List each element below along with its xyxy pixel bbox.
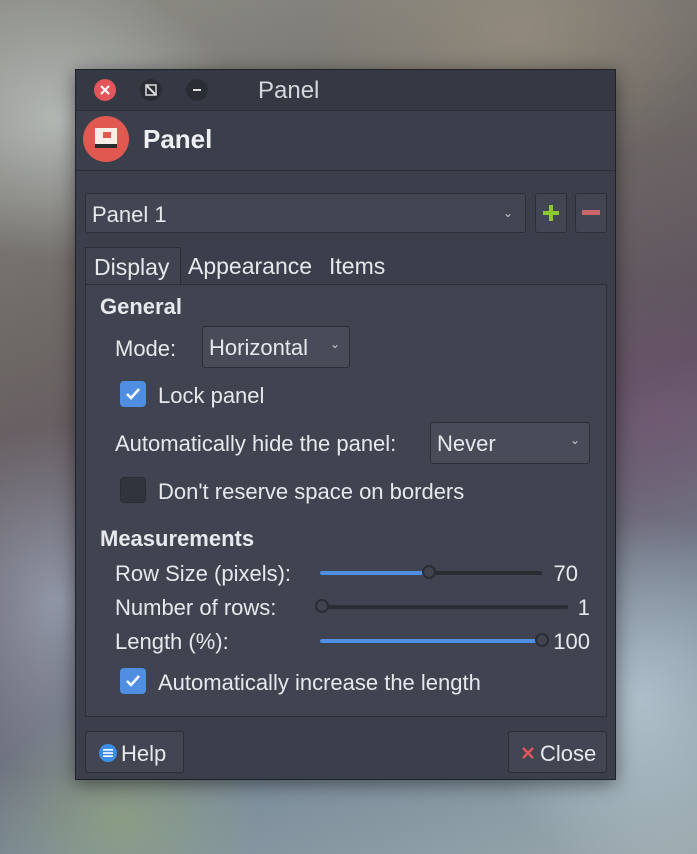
minus-icon <box>582 210 600 215</box>
close-button[interactable]: Close <box>508 731 607 773</box>
window-close-button[interactable] <box>94 79 116 101</box>
panel-selector-combo[interactable]: Panel 1 ⌄ <box>85 193 526 233</box>
help-icon <box>99 744 117 762</box>
slider-handle[interactable] <box>421 565 436 579</box>
length-slider[interactable] <box>320 633 549 649</box>
display-tab-content: General Mode: Horizontal ⌄ Lock panel Au… <box>85 284 607 717</box>
rows-slider[interactable] <box>315 599 568 615</box>
remove-panel-button[interactable] <box>575 193 607 233</box>
tab-display[interactable]: Display <box>85 247 181 285</box>
titlebar[interactable]: Panel <box>76 70 615 111</box>
mode-label: Mode: <box>115 336 177 361</box>
mode-value: Horizontal <box>209 335 309 360</box>
length-label: Length (%): <box>115 629 229 654</box>
help-label: Help <box>121 741 167 766</box>
auto-increase-label[interactable]: Automatically increase the length <box>158 670 481 696</box>
panel-preferences-icon <box>83 116 129 162</box>
panel-preferences-window: Panel Panel Panel 1 ⌄ Display Appearance… <box>75 69 616 780</box>
chevron-down-icon: ⌄ <box>329 337 340 351</box>
help-button[interactable]: Help <box>85 731 184 773</box>
mode-dropdown[interactable]: Horizontal ⌄ <box>202 326 350 368</box>
row-size-label: Row Size (pixels): <box>115 561 292 586</box>
general-heading: General <box>100 294 182 319</box>
reserve-space-label[interactable]: Don't reserve space on borders <box>158 479 464 505</box>
checkmark-icon <box>126 388 140 400</box>
length-value: 100 <box>553 629 590 654</box>
plus-icon <box>543 205 559 221</box>
maximize-icon <box>145 84 157 96</box>
reserve-space-checkbox[interactable] <box>120 477 146 503</box>
panel-selector-value: Panel 1 <box>92 202 167 227</box>
row-size-value: 70 <box>553 561 578 586</box>
tab-appearance[interactable]: Appearance <box>188 247 312 285</box>
row-size-slider[interactable] <box>320 565 542 581</box>
chevron-down-icon: ⌄ <box>569 433 580 447</box>
window-title: Panel <box>258 77 320 104</box>
minimize-icon <box>193 89 201 91</box>
autohide-label: Automatically hide the panel: <box>115 431 397 456</box>
auto-increase-checkbox[interactable] <box>120 668 146 694</box>
autohide-value: Never <box>437 431 496 456</box>
dialog-header: Panel <box>76 110 615 171</box>
lock-panel-label[interactable]: Lock panel <box>158 383 264 409</box>
rows-value: 1 <box>577 595 590 620</box>
rows-label: Number of rows: <box>115 595 277 620</box>
close-icon <box>522 747 534 759</box>
lock-panel-checkbox[interactable] <box>120 381 146 407</box>
autohide-dropdown[interactable]: Never ⌄ <box>430 422 590 464</box>
close-icon <box>100 85 110 95</box>
tab-items[interactable]: Items <box>329 247 385 285</box>
checkmark-icon <box>126 675 140 687</box>
chevron-down-icon: ⌄ <box>502 206 513 220</box>
slider-handle[interactable] <box>315 599 329 613</box>
add-panel-button[interactable] <box>535 193 567 233</box>
window-minimize-button[interactable] <box>186 79 208 101</box>
dialog-title: Panel <box>143 124 213 154</box>
close-label: Close <box>540 741 597 766</box>
window-maximize-button[interactable] <box>140 79 162 101</box>
measurements-heading: Measurements <box>100 526 255 551</box>
